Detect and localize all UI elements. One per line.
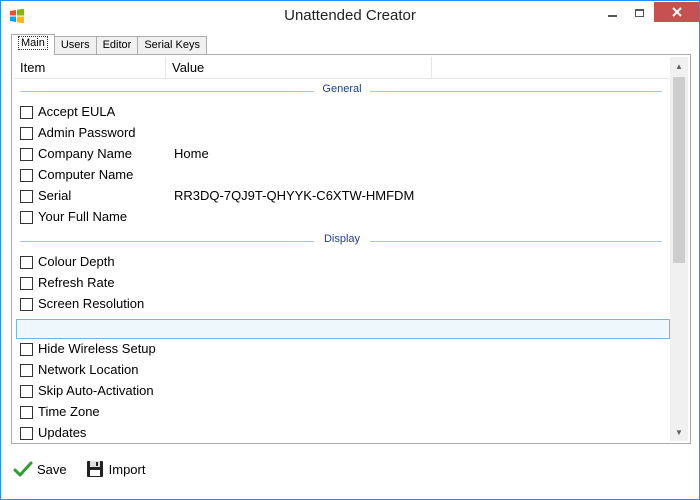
list-item-skip-auto-activation[interactable]: Skip Auto-Activation [14, 381, 670, 402]
tab-main-label: Main [18, 36, 48, 50]
list-item-computer-name[interactable]: Computer Name [14, 165, 670, 186]
group-divider [20, 241, 314, 242]
save-button[interactable]: Save [11, 456, 69, 482]
list-item-screen-resolution[interactable]: Screen Resolution [14, 294, 670, 315]
item-label: Colour Depth [38, 254, 115, 269]
maximize-icon [634, 9, 644, 17]
scroll-up-arrow-icon[interactable]: ▲ [670, 57, 688, 75]
maximize-button[interactable] [627, 2, 651, 24]
checkbox[interactable] [20, 406, 33, 419]
item-label: Computer Name [38, 167, 134, 182]
settings-list: Item Value General Accept EULA Admin Pas… [14, 57, 670, 441]
item-value: Home [174, 146, 209, 161]
tab-serial-keys[interactable]: Serial Keys [137, 36, 207, 55]
item-value: RR3DQ-7QJ9T-QHYYK-C6XTW-HMFDM [174, 188, 415, 203]
list-header: Item Value [14, 57, 670, 79]
group-label: General [322, 83, 362, 95]
scrollbar-thumb[interactable] [673, 77, 685, 263]
vertical-scrollbar[interactable]: ▲ ▼ [670, 57, 688, 441]
import-button[interactable]: Import [83, 456, 148, 482]
item-label: Your Full Name [38, 209, 128, 224]
list-item-your-full-name[interactable]: Your Full Name [14, 207, 670, 228]
item-label: Refresh Rate [38, 275, 115, 290]
checkmark-icon [13, 459, 33, 479]
tab-users[interactable]: Users [53, 36, 97, 55]
checkbox[interactable] [20, 427, 33, 440]
tab-main[interactable]: Main [11, 34, 55, 55]
checkbox[interactable] [20, 190, 33, 203]
item-label: Hide Wireless Setup [38, 341, 156, 356]
list-item-time-zone[interactable]: Time Zone [14, 402, 670, 423]
checkbox[interactable] [20, 385, 33, 398]
list-item-admin-password[interactable]: Admin Password [14, 123, 670, 144]
item-label: Admin Password [38, 125, 136, 140]
list-item-serial[interactable]: Serial RR3DQ-7QJ9T-QHYYK-C6XTW-HMFDM [14, 186, 670, 207]
minimize-button[interactable] [600, 2, 624, 24]
list-item-colour-depth[interactable]: Colour Depth [14, 252, 670, 273]
list-item-hide-wireless-setup[interactable]: Hide Wireless Setup [14, 339, 670, 360]
floppy-disk-icon [85, 459, 105, 479]
scroll-down-arrow-icon[interactable]: ▼ [670, 423, 688, 441]
item-label: Updates [38, 425, 87, 440]
list-item-accept-eula[interactable]: Accept EULA [14, 102, 670, 123]
group-divider [20, 91, 314, 92]
checkbox[interactable] [20, 127, 33, 140]
item-label: Screen Resolution [38, 296, 145, 311]
app-window: Unattended Creator Main Users Editor Ser… [0, 0, 700, 500]
main-tab-panel: Item Value General Accept EULA Admin Pas… [11, 54, 691, 444]
list-item-updates[interactable]: Updates [14, 423, 670, 441]
column-header-item[interactable]: Item [14, 57, 166, 79]
list-item-refresh-rate[interactable]: Refresh Rate [14, 273, 670, 294]
list-item-company-name[interactable]: Company Name Home [14, 144, 670, 165]
group-divider [370, 91, 662, 92]
tab-strip: Main Users Editor Serial Keys [11, 34, 207, 55]
checkbox[interactable] [20, 364, 33, 377]
group-divider [370, 241, 662, 242]
title-bar[interactable]: Unattended Creator [1, 1, 699, 32]
checkbox[interactable] [20, 169, 33, 182]
item-label: Time Zone [38, 404, 100, 419]
group-header-selected[interactable] [16, 319, 670, 339]
checkbox[interactable] [20, 148, 33, 161]
group-header-display[interactable]: Display [14, 231, 670, 251]
checkbox[interactable] [20, 277, 33, 290]
window-title: Unattended Creator [284, 7, 416, 24]
checkbox[interactable] [20, 211, 33, 224]
item-label: Skip Auto-Activation [38, 383, 154, 398]
close-icon [671, 7, 682, 17]
list-item-network-location[interactable]: Network Location [14, 360, 670, 381]
item-label: Accept EULA [38, 104, 116, 119]
minimize-icon [607, 15, 617, 17]
checkbox[interactable] [20, 256, 33, 269]
bottom-toolbar: Save Import [11, 454, 161, 484]
item-label: Serial [38, 188, 72, 203]
import-label: Import [108, 461, 146, 477]
checkbox[interactable] [20, 106, 33, 119]
item-label: Network Location [38, 362, 139, 377]
close-button[interactable] [654, 2, 699, 22]
item-label: Company Name [38, 146, 132, 161]
group-label: Display [323, 233, 361, 245]
group-header-general[interactable]: General [14, 81, 670, 101]
column-header-value[interactable]: Value [166, 57, 432, 79]
checkbox[interactable] [20, 298, 33, 311]
checkbox[interactable] [20, 343, 33, 356]
save-label: Save [37, 461, 67, 477]
tab-editor[interactable]: Editor [95, 36, 139, 55]
